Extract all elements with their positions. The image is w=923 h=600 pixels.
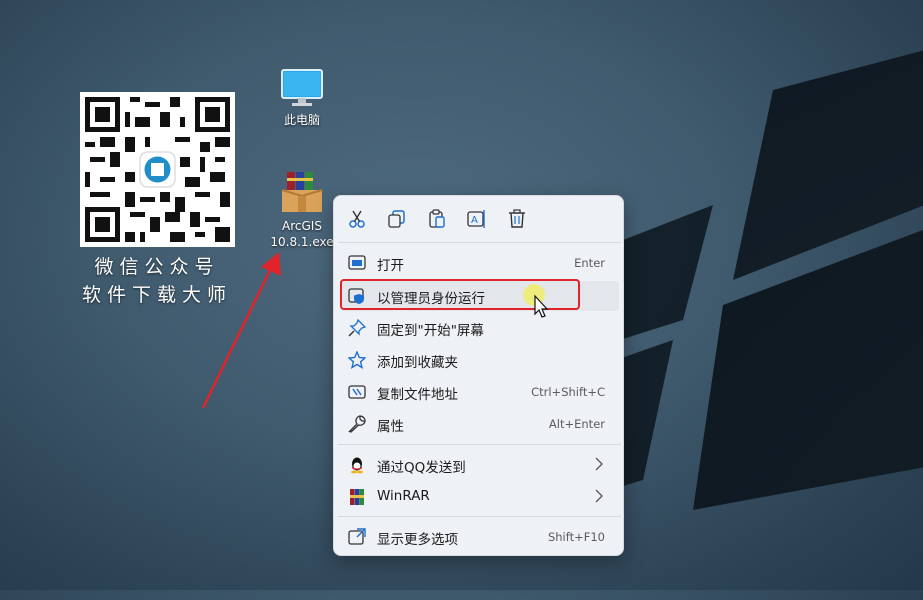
menu-item-label: 添加到收藏夹	[377, 355, 458, 371]
desktop-icon-this-pc[interactable]: 此电脑	[270, 68, 334, 128]
menu-item-label: 复制文件地址	[377, 387, 458, 403]
menu-item-label: 显示更多选项	[377, 532, 458, 548]
menu-item-properties[interactable]: 属性 Alt+Enter	[340, 409, 619, 439]
menu-item-winrar[interactable]: WinRAR	[340, 482, 619, 512]
rename-icon[interactable]: A	[466, 208, 488, 230]
menu-item-add-to-favorites[interactable]: 添加到收藏夹	[340, 345, 619, 375]
menu-item-label: 通过QQ发送到	[377, 460, 466, 476]
more-options-icon	[348, 528, 366, 545]
wrench-icon	[348, 415, 366, 433]
mouse-cursor-icon	[523, 284, 549, 318]
cut-icon[interactable]	[346, 208, 368, 230]
menu-item-label: 打开	[377, 258, 404, 274]
annotation-arrow	[201, 252, 281, 409]
desktop-icon-label-line2: 10.8.1.exe	[270, 235, 334, 249]
menu-item-pin-to-start[interactable]: 固定到"开始"屏幕	[340, 313, 619, 343]
pin-icon	[348, 319, 366, 337]
monitor-icon	[281, 69, 323, 106]
copy-path-icon	[348, 385, 366, 399]
star-icon	[348, 351, 366, 369]
menu-item-show-more-options[interactable]: 显示更多选项 Shift+F10	[340, 522, 619, 552]
menu-item-send-via-qq[interactable]: 通过QQ发送到	[340, 450, 619, 480]
menu-item-shortcut: Alt+Enter	[548, 417, 605, 431]
open-window-icon	[348, 255, 366, 270]
menu-item-copy-path[interactable]: 复制文件地址 Ctrl+Shift+C	[340, 377, 619, 407]
menu-item-shortcut: Enter	[574, 256, 605, 270]
menu-item-shortcut: Ctrl+Shift+C	[531, 385, 605, 399]
menu-item-label: 固定到"开始"屏幕	[377, 323, 484, 339]
desktop-icon-arcgis-exe[interactable]: ArcGIS 10.8.1.exe	[268, 170, 336, 250]
qq-icon	[351, 457, 363, 474]
menu-item-label: WinRAR	[377, 488, 430, 504]
delete-icon[interactable]	[506, 208, 528, 230]
menu-item-open[interactable]: 打开 Enter	[340, 248, 619, 278]
context-menu-toolbar: A	[334, 196, 623, 242]
chevron-right-icon	[595, 457, 603, 471]
desktop-icon-label: 此电脑	[283, 113, 320, 127]
paste-icon[interactable]	[426, 208, 448, 230]
menu-item-label: 属性	[377, 419, 404, 435]
desktop-icon-label-line1: ArcGIS	[282, 219, 322, 233]
qr-code-image	[80, 92, 235, 247]
winrar-package-icon	[281, 172, 323, 212]
svg-text:A: A	[471, 215, 478, 226]
context-menu: A 打开 Enter 以管理员身份运行 固定到"开始"屏幕 添加到收藏夹 复制文…	[333, 195, 624, 556]
menu-item-shortcut: Shift+F10	[547, 530, 605, 544]
winrar-icon	[350, 489, 364, 505]
copy-icon[interactable]	[386, 208, 408, 230]
chevron-right-icon	[595, 489, 603, 503]
menu-separator	[338, 242, 621, 243]
menu-separator	[338, 444, 621, 445]
menu-separator	[338, 516, 621, 517]
